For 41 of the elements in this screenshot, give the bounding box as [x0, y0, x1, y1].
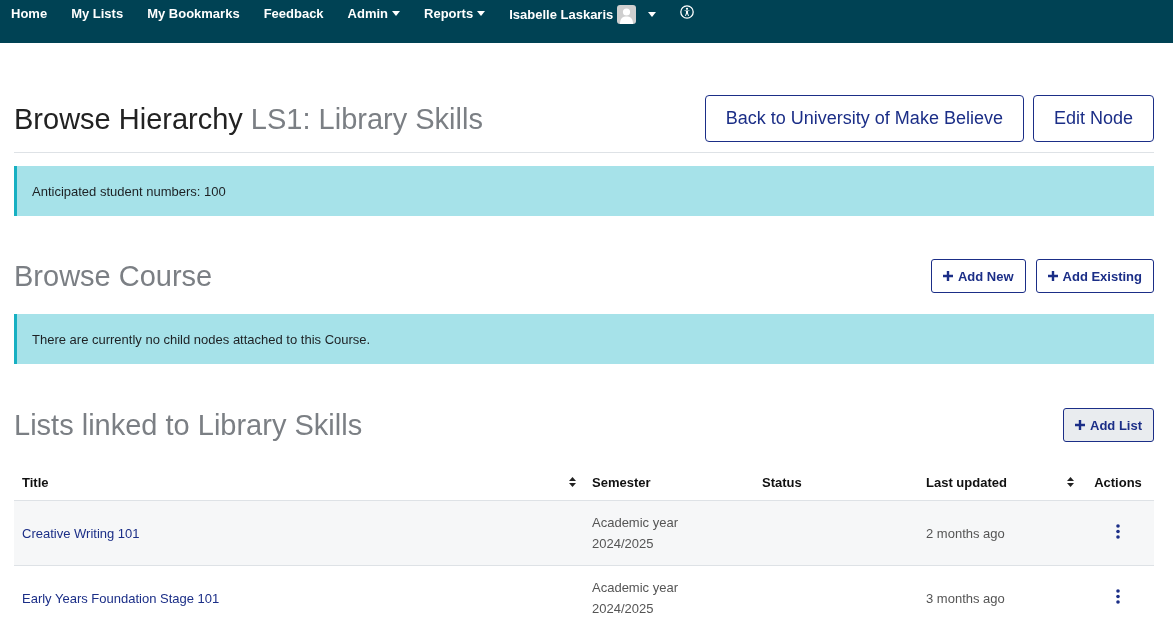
- nav-link[interactable]: Home: [11, 5, 48, 22]
- plus-icon: [942, 271, 953, 281]
- caret-icon: [477, 11, 486, 16]
- info-alert: There are currently no child nodes attached to this Course.: [14, 314, 1154, 364]
- nav-link[interactable]: My Lists: [71, 5, 124, 22]
- page-subtitle: LS1: Library Skills: [250, 101, 483, 137]
- add-list-button[interactable]: Add List: [1063, 408, 1154, 442]
- more-options-icon[interactable]: [1116, 589, 1120, 604]
- user-name[interactable]: Isabelle Laskaris: [509, 6, 614, 23]
- page-title: Browse Hierarchy: [14, 101, 243, 137]
- sort-icon[interactable]: [1067, 477, 1074, 487]
- section-heading: Lists linked to Library Skills: [14, 408, 363, 443]
- section-heading: Browse Course: [14, 259, 213, 294]
- column-header: Title: [22, 474, 49, 490]
- semester-text: Academic year 2024/2025: [592, 579, 679, 618]
- column-header: Status: [762, 474, 802, 490]
- nav-link[interactable]: My Bookmarks: [147, 5, 240, 22]
- add-new-button[interactable]: Add New: [930, 259, 1026, 293]
- avatar-icon: [617, 5, 637, 24]
- column-header: Last updated: [926, 474, 1007, 490]
- plus-icon: [1075, 420, 1085, 430]
- info-alert: Anticipated student numbers: 100: [14, 166, 1154, 216]
- list-title-link[interactable]: Creative Writing 101: [22, 525, 140, 541]
- last-updated-text: 3 months ago: [926, 589, 1005, 608]
- semester-text: Academic year 2024/2025: [592, 514, 679, 553]
- list-title-link[interactable]: Early Years Foundation Stage 101: [22, 590, 220, 606]
- accessibility-icon[interactable]: [680, 5, 695, 19]
- more-options-icon[interactable]: [1116, 524, 1120, 539]
- nav-link[interactable]: Feedback: [263, 5, 324, 22]
- add-existing-button[interactable]: Add Existing: [1035, 259, 1154, 293]
- back-button[interactable]: Back to University of Make Believe: [704, 95, 1024, 142]
- nav-dropdown[interactable]: Reports: [424, 5, 474, 22]
- plus-icon: [1047, 271, 1058, 281]
- nav-dropdown[interactable]: Admin: [347, 5, 389, 22]
- column-header: Actions: [1094, 474, 1142, 490]
- edit-node-button[interactable]: Edit Node: [1032, 95, 1154, 142]
- caret-icon: [392, 11, 401, 16]
- caret-icon: [648, 12, 657, 17]
- last-updated-text: 2 months ago: [926, 524, 1005, 543]
- column-header: Semester: [592, 474, 651, 490]
- sort-icon[interactable]: [569, 477, 576, 487]
